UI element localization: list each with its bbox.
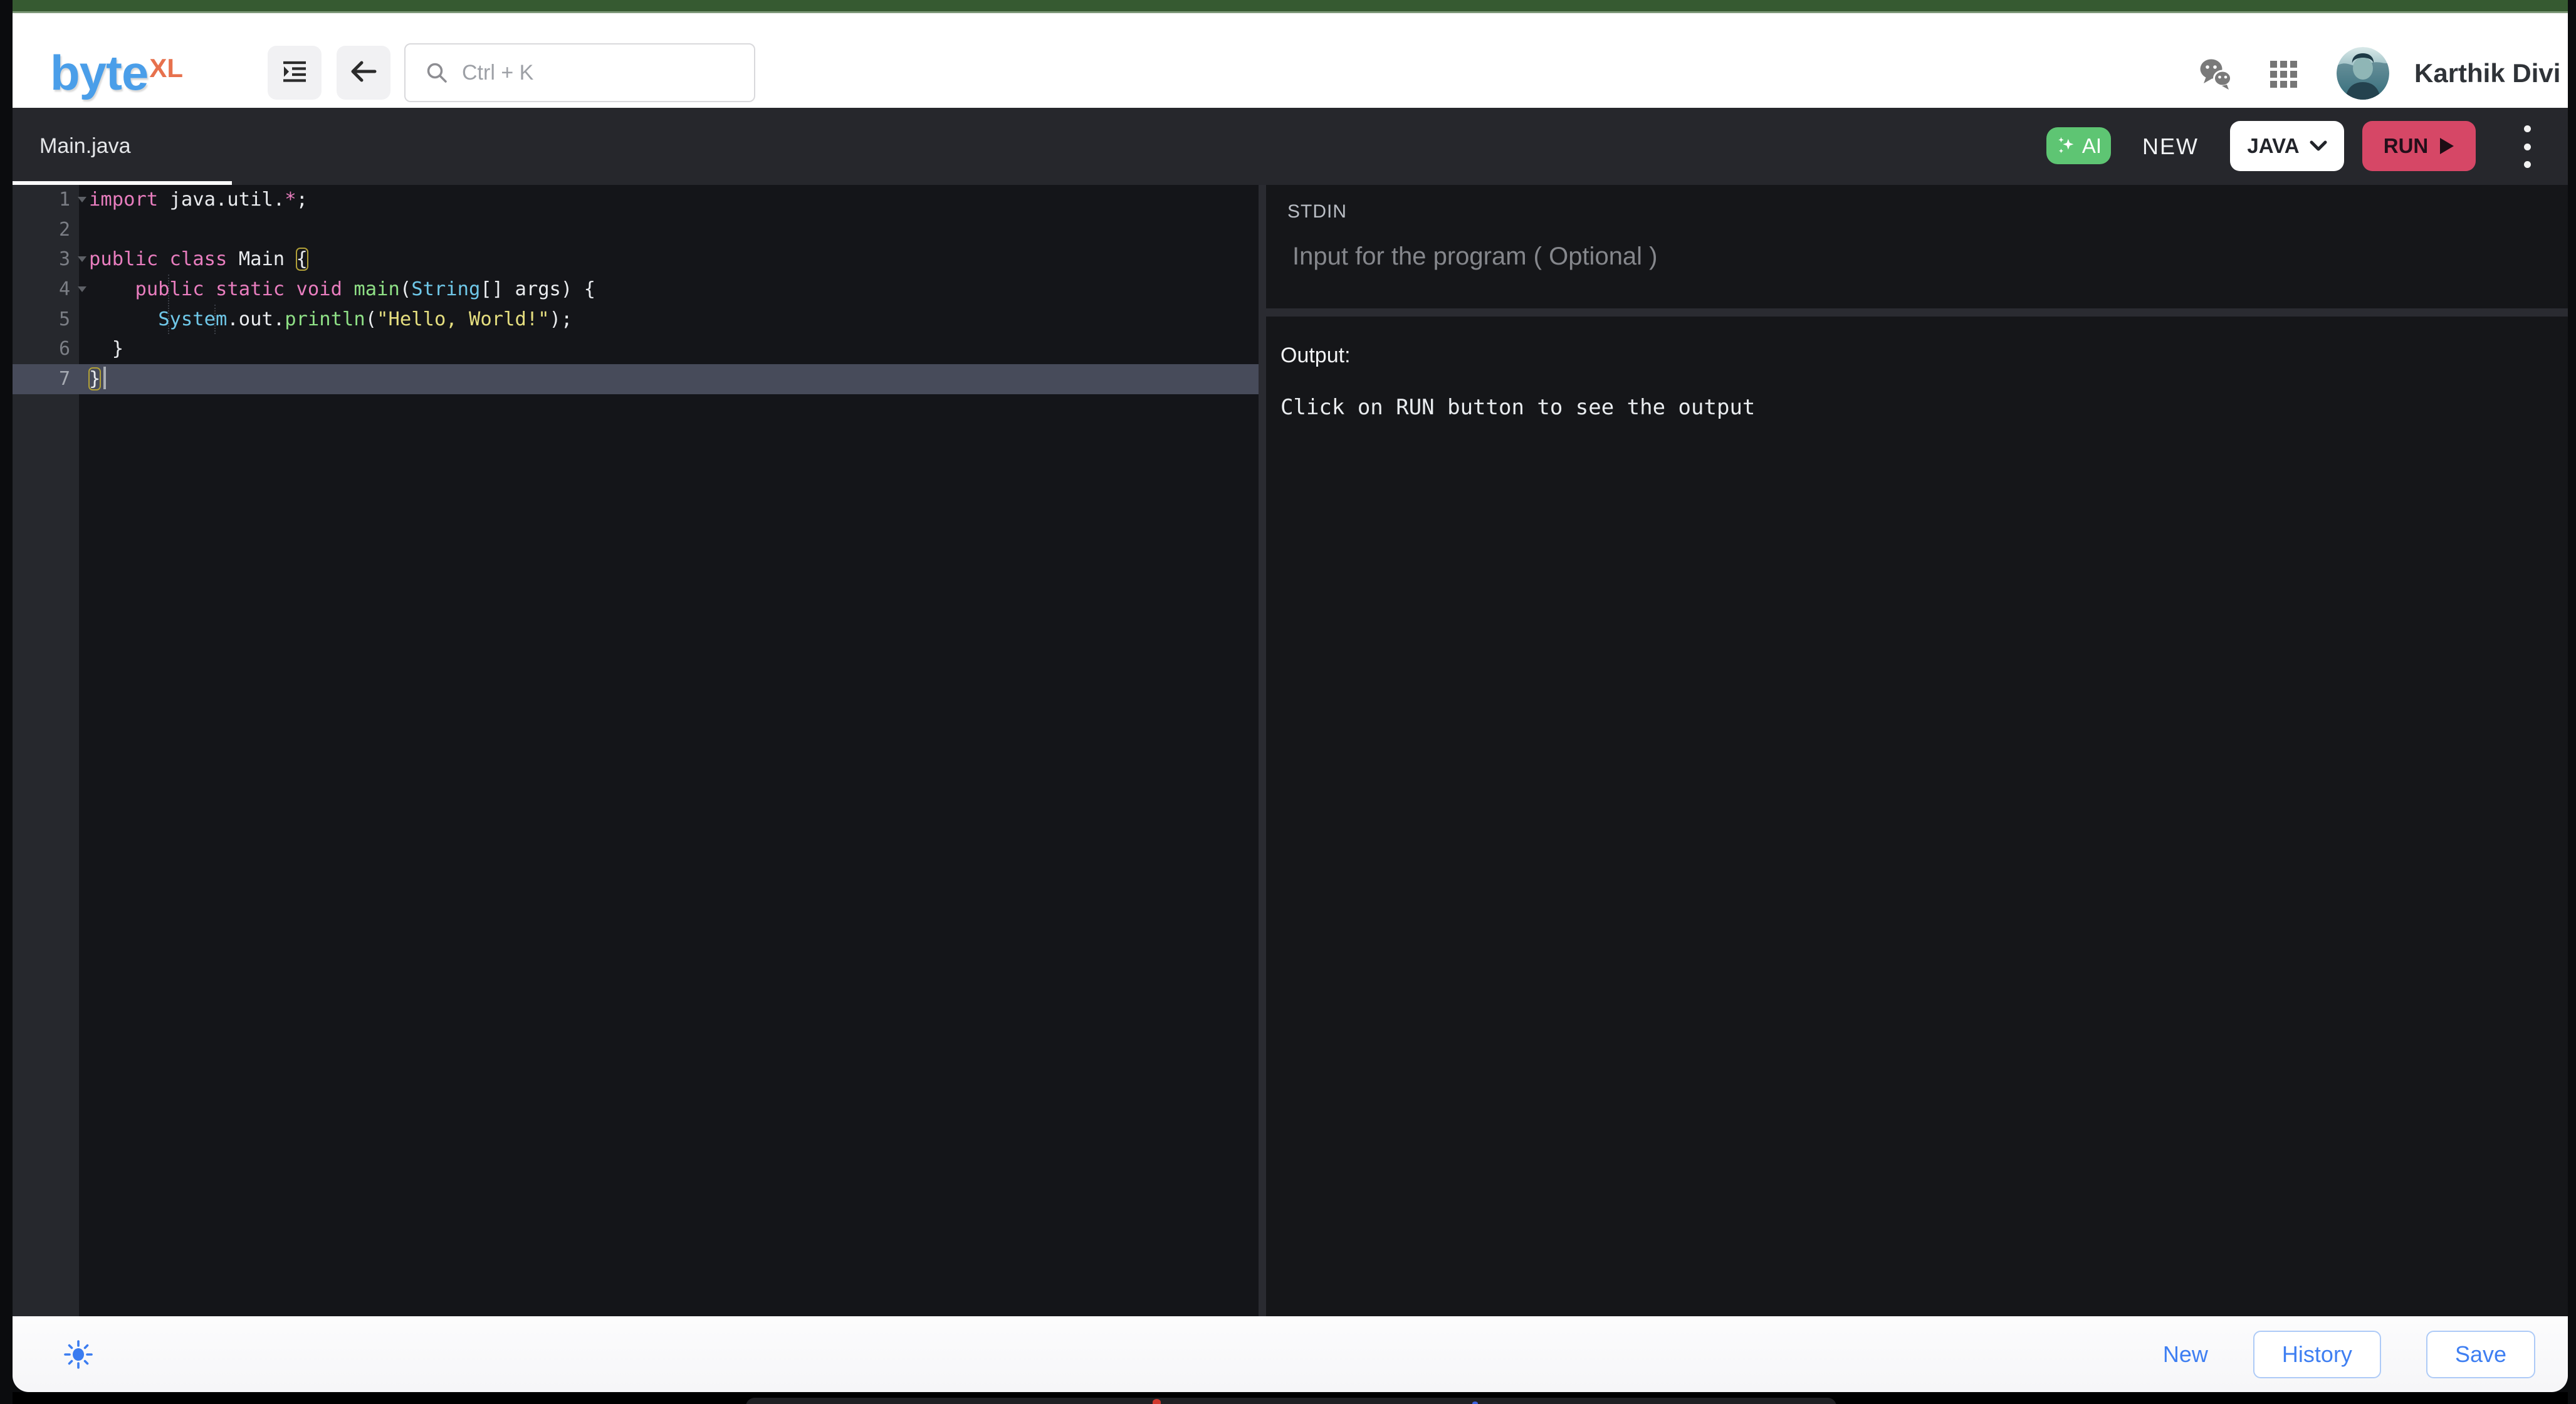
code-token: System [158,308,227,330]
tab-label: Main.java [39,134,131,159]
code-token [89,308,158,330]
code-editor[interactable]: 1234567 import java.util.*; public class … [13,185,1259,1316]
kebab-dot [2524,161,2531,168]
user-avatar[interactable] [2337,47,2389,100]
indent-toggle-button[interactable] [268,46,322,100]
code-token: ( [365,308,377,330]
kebab-dot [2524,125,2531,132]
header-bar: byte XL [13,13,2568,108]
logo-text: byte [50,38,148,107]
matched-bracket: { [296,248,308,270]
chevron-down-icon [2310,140,2327,152]
back-button[interactable] [337,46,390,100]
code-line[interactable] [79,215,1259,245]
new-button-label: NEW [2142,134,2199,160]
stdin-label: STDIN [1287,201,1347,223]
footer-bar: New History Save [13,1316,2568,1392]
search-icon [424,60,449,85]
arrow-left-icon [349,57,378,89]
run-button-label: RUN [2384,134,2429,158]
bytexl-ide-window: byte XL [0,0,2576,1404]
search-input[interactable] [461,60,743,86]
code-token: import [89,189,158,211]
code-token: public class [89,248,227,270]
dock-blue-dot [1472,1401,1478,1404]
dock-red-icon-tip [1153,1399,1161,1404]
panel-divider[interactable] [1259,185,1266,1316]
run-button[interactable]: RUN [2362,121,2476,171]
matched-bracket: } [89,368,100,390]
output-message: Click on RUN button to see the output [1280,395,1755,420]
code-lines[interactable]: import java.util.*; public class Main { p… [79,185,1259,1316]
language-selector-label: JAVA [2247,134,2299,158]
history-button[interactable]: History [2253,1331,2381,1378]
io-panel: STDIN Output: Click on RUN button to see… [1266,185,2568,1316]
new-button[interactable]: New [2163,1341,2208,1368]
sparkles-icon [2056,135,2077,157]
logo-suffix: XL [149,53,183,83]
code-line[interactable]: public static void main(String[] args) { [79,275,1259,305]
new-file-button[interactable]: NEW [2142,108,2199,185]
code-token: ( [400,278,411,300]
chat-support-button[interactable] [2199,57,2234,94]
code-token [342,278,353,300]
tab-main-java[interactable]: Main.java [13,108,232,185]
apps-grid-button[interactable] [2270,61,2298,92]
ai-assistant-button[interactable]: AI [2046,127,2111,164]
code-token: "Hello, World!" [377,308,549,330]
gutter-line-number[interactable]: 4 [13,275,79,305]
play-icon [2439,137,2454,155]
top-green-strip [13,0,2568,11]
sun-icon [64,1340,93,1369]
code-token: [] args) { [480,278,595,300]
kebab-dot [2524,144,2531,150]
code-token: ); [550,308,573,330]
code-token: ; [296,189,308,211]
code-token: String [411,278,480,300]
gutter-line-number[interactable]: 3 [13,244,79,275]
code-token: Main [227,248,296,270]
gutter-line-number[interactable]: 1 [13,185,79,215]
output-label: Output: [1280,343,1351,368]
save-button[interactable]: Save [2426,1331,2535,1378]
window-left-edge [0,0,13,1404]
code-token: public static void [135,278,342,300]
bytexl-logo: byte XL [50,38,183,107]
code-line[interactable]: } [79,334,1259,364]
dock-fragment [746,1398,1836,1404]
code-token [89,278,135,300]
code-line[interactable]: public class Main { [79,244,1259,275]
more-options-button[interactable] [2520,123,2535,170]
editor-tabbar: Main.java AI NEW JAVA RUN [13,108,2568,185]
stdin-output-divider [1266,308,2568,317]
format-indent-icon [280,57,309,89]
ai-button-label: AI [2082,134,2102,158]
gutter[interactable]: 1234567 [13,185,79,1316]
code-line[interactable]: import java.util.*; [79,185,1259,215]
code-token: } [89,338,123,360]
stdin-input[interactable] [1291,241,2516,300]
user-name[interactable]: Karthik Divi [2414,60,2560,87]
gutter-line-number[interactable]: 7 [13,364,79,394]
code-token: java.util. [158,189,285,211]
code-token: println [285,308,365,330]
text-cursor [103,367,106,389]
gutter-line-number[interactable]: 2 [13,215,79,245]
global-search [404,43,755,102]
language-selector[interactable]: JAVA [2230,121,2344,171]
theme-toggle-button[interactable] [64,1340,93,1372]
code-token: main [353,278,399,300]
code-line[interactable]: System.out.println("Hello, World!"); [79,305,1259,335]
code-line[interactable]: } [79,364,1259,394]
code-token: * [285,189,296,211]
gutter-line-number[interactable]: 5 [13,305,79,335]
code-token: .out. [227,308,285,330]
window-right-edge [2568,0,2576,1404]
gutter-line-number[interactable]: 6 [13,334,79,364]
